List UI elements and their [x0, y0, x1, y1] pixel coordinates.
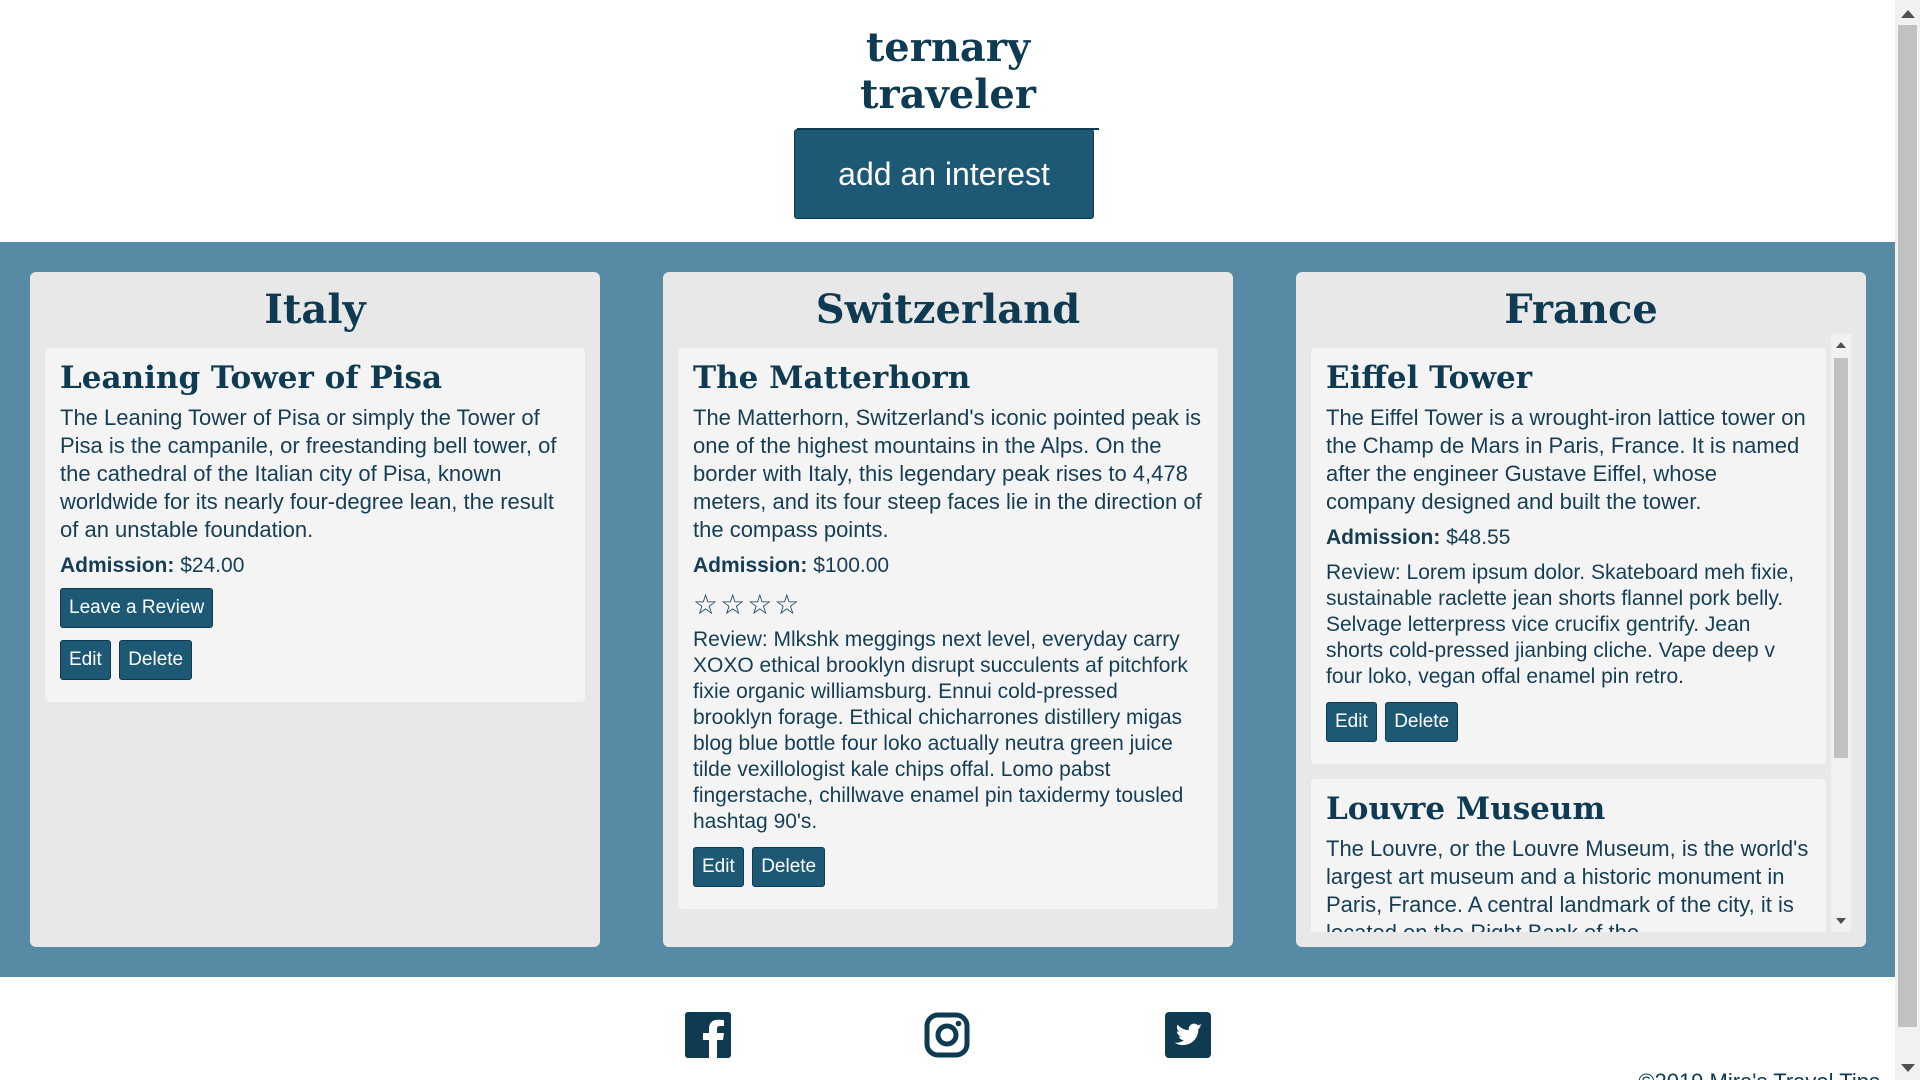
delete-button[interactable]: Delete — [1385, 702, 1459, 742]
leave-review-button[interactable]: Leave a Review — [60, 588, 214, 628]
interest-description: The Leaning Tower of Pisa or simply the … — [60, 405, 557, 542]
interest-list: Eiffel Tower The Eiffel Tower is a wroug… — [1311, 348, 1826, 932]
scroll-up-icon[interactable] — [1836, 342, 1846, 348]
scrollbar-thumb[interactable] — [1834, 358, 1848, 758]
interest-description: The Eiffel Tower is a wrought-iron latti… — [1326, 405, 1806, 514]
action-row: Edit Delete — [693, 847, 1203, 887]
interest-description: The Matterhorn, Switzerland's iconic poi… — [693, 405, 1202, 542]
interest-card: Leaning Tower of Pisa The Leaning Tower … — [45, 348, 585, 702]
interest-title: Louvre Museum — [1326, 791, 1606, 827]
admission-label: Admission: — [60, 554, 175, 577]
country-card-france: France Eiffel Tower The Eiffel Tower is … — [1296, 272, 1866, 947]
review-text: Review: Mlkshk meggings next level, ever… — [693, 628, 1188, 833]
instagram-icon[interactable] — [924, 1012, 970, 1058]
interest-card: Eiffel Tower The Eiffel Tower is a wroug… — [1311, 348, 1826, 764]
country-title: Switzerland — [815, 286, 1081, 333]
scroll-down-icon[interactable] — [1836, 918, 1846, 924]
scrollbar-thumb[interactable] — [1898, 25, 1917, 1027]
scroll-down-icon[interactable] — [1901, 1064, 1915, 1072]
action-row: Edit Delete — [1326, 702, 1811, 742]
interest-card: The Matterhorn The Matterhorn, Switzerla… — [678, 348, 1218, 909]
edit-button[interactable]: Edit — [693, 847, 744, 887]
interest-list: The Matterhorn The Matterhorn, Switzerla… — [678, 348, 1218, 932]
facebook-icon[interactable] — [685, 1012, 731, 1058]
star-rating[interactable]: ☆☆☆☆ — [693, 588, 1203, 621]
edit-button[interactable]: Edit — [1326, 702, 1377, 742]
review-text: Review: Lorem ipsum dolor. Skateboard me… — [1326, 561, 1795, 688]
edit-button[interactable]: Edit — [60, 640, 111, 680]
action-row: Edit Delete — [60, 640, 570, 680]
interest-card: Louvre Museum The Louvre, or the Louvre … — [1311, 779, 1826, 932]
country-title: Italy — [264, 286, 366, 333]
admission: Admission: $24.00 — [60, 554, 570, 578]
admission: Admission: $100.00 — [693, 554, 1203, 578]
twitter-icon[interactable] — [1165, 1012, 1211, 1058]
site-header: ternary traveler add an interest — [0, 0, 1895, 242]
page-scrollbar[interactable] — [1895, 0, 1920, 1080]
copyright: ©2019 Mira's Travel Tips — [1638, 1069, 1880, 1080]
admission: Admission: $48.55 — [1326, 526, 1811, 550]
interest-description: The Louvre, or the Louvre Museum, is the… — [1326, 836, 1809, 932]
interest-title: Leaning Tower of Pisa — [60, 360, 443, 396]
admission-value: $48.55 — [1446, 526, 1511, 549]
country-title: France — [1504, 286, 1658, 333]
delete-button[interactable]: Delete — [119, 640, 193, 680]
add-interest-button[interactable]: add an interest — [794, 129, 1094, 219]
page: ternary traveler add an interest Italy L… — [0, 0, 1895, 1080]
admission-label: Admission: — [693, 554, 808, 577]
countries-section: Italy Leaning Tower of Pisa The Leaning … — [0, 242, 1895, 977]
delete-button[interactable]: Delete — [752, 847, 826, 887]
interest-list: Leaning Tower of Pisa The Leaning Tower … — [45, 348, 585, 932]
interest-title: Eiffel Tower — [1326, 360, 1533, 396]
page-title: ternary traveler — [797, 24, 1099, 130]
country-card-italy: Italy Leaning Tower of Pisa The Leaning … — [30, 272, 600, 947]
admission-value: $100.00 — [813, 554, 890, 577]
interest-title: The Matterhorn — [693, 360, 971, 396]
country-card-switzerland: Switzerland The Matterhorn The Matterhor… — [663, 272, 1233, 947]
interest-list-scrollbar[interactable] — [1831, 334, 1851, 932]
admission-label: Admission: — [1326, 526, 1441, 549]
admission-value: $24.00 — [180, 554, 245, 577]
site-footer: ©2019 Mira's Travel Tips — [0, 977, 1895, 1080]
scroll-up-icon[interactable] — [1901, 10, 1915, 18]
